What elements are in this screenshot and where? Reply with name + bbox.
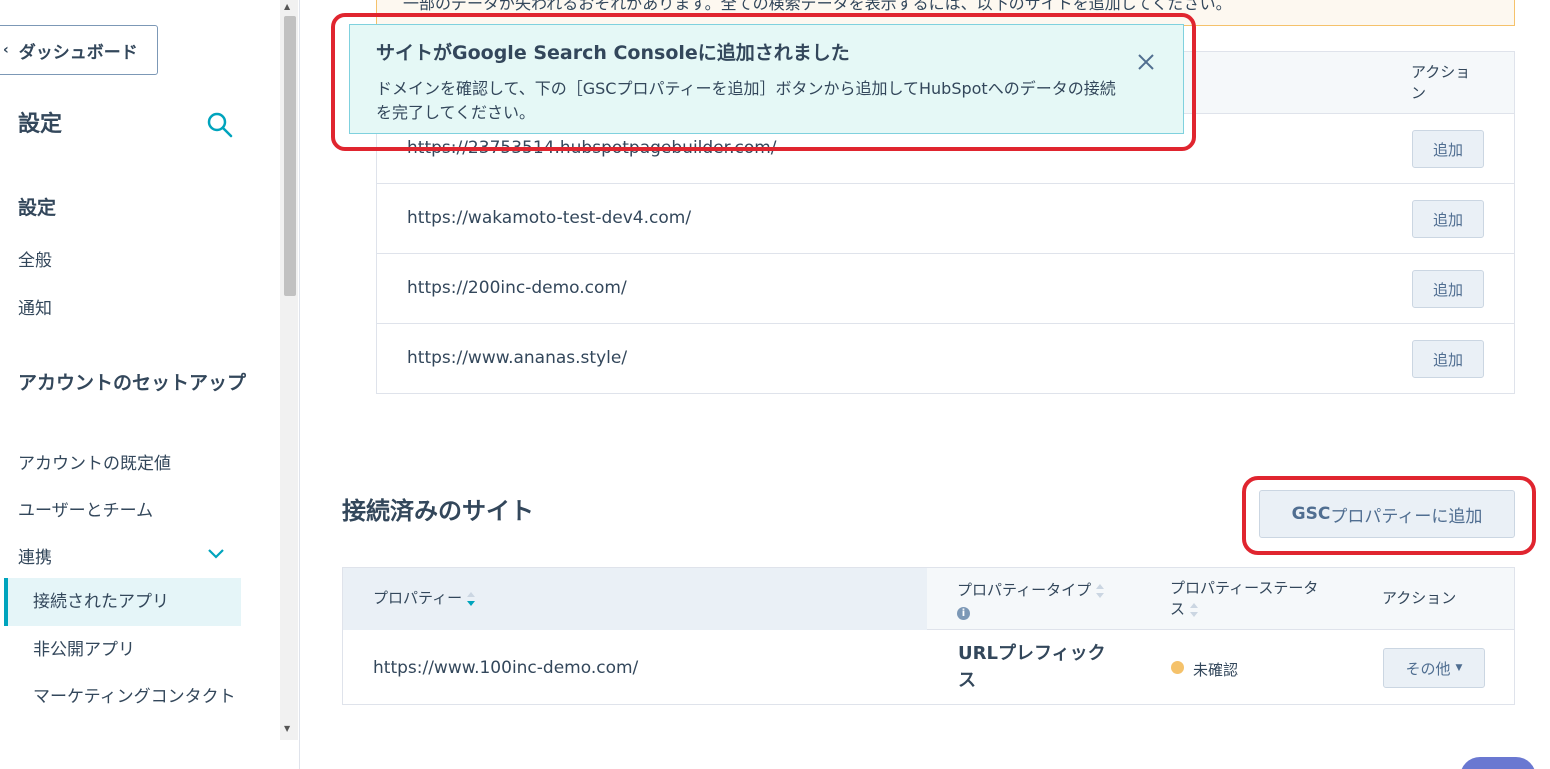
scroll-down-icon[interactable]: ▼	[284, 724, 290, 733]
column-header-action: アクション	[1382, 589, 1457, 607]
column-header-property-type-label: プロパティータイプ	[957, 581, 1092, 599]
column-header-property[interactable]: プロパティー	[373, 588, 476, 609]
add-site-button[interactable]: 追加	[1412, 270, 1484, 308]
highlight-annotation	[331, 13, 1196, 151]
site-url: https://wakamoto-test-dev4.com/	[407, 208, 692, 228]
status-dot-icon	[1171, 661, 1184, 674]
connected-site-url: https://www.100inc-demo.com/	[373, 658, 639, 678]
column-header-property-status[interactable]: プロパティーステータス	[1170, 578, 1320, 620]
connected-sites-table: プロパティー プロパティータイプ i プロパティーステータス アクション htt…	[342, 567, 1515, 705]
table-row: https://wakamoto-test-dev4.com/ 追加	[377, 184, 1514, 254]
property-type-value: URLプレフィックス	[958, 643, 1106, 691]
search-icon[interactable]	[205, 110, 235, 140]
sidebar-scroll-thumb[interactable]	[284, 16, 296, 296]
sort-icon[interactable]	[466, 589, 476, 609]
sidebar-section-settings: 設定	[18, 197, 57, 219]
back-to-dashboard-button[interactable]: ‹ ダッシュボード	[0, 25, 158, 75]
sidebar-title: 設定	[18, 112, 63, 137]
table-header: プロパティー プロパティータイプ i プロパティーステータス アクション	[343, 568, 1514, 630]
sidebar-item-notifications[interactable]: 通知	[18, 294, 52, 319]
table-row: https://www.ananas.style/ 追加	[377, 324, 1514, 394]
column-header-property-type[interactable]: プロパティータイプ i	[957, 580, 1117, 622]
sidebar-item-integrations[interactable]: 連携	[18, 543, 52, 568]
sidebar-item-connected-apps[interactable]: 接続されたアプリ	[33, 587, 243, 617]
more-actions-label: その他	[1405, 659, 1451, 678]
highlight-annotation	[1242, 476, 1536, 555]
more-actions-dropdown[interactable]: その他 ▼	[1383, 648, 1485, 688]
column-header-action: アクション	[1411, 63, 1471, 102]
warning-text: 一部のデータが失われるおそれがあります。全ての検索データを表示するには、以下のサ…	[403, 0, 1232, 13]
settings-sidebar: ‹ ダッシュボード 設定 設定 全般 通知 アカウントのセットアップ アカウント…	[0, 0, 300, 769]
sidebar-item-users-teams[interactable]: ユーザーとチーム	[18, 496, 153, 521]
add-site-button[interactable]: 追加	[1412, 340, 1484, 378]
column-header-property-label: プロパティー	[373, 589, 463, 607]
sidebar-item-general[interactable]: 全般	[18, 246, 52, 271]
chevron-down-icon[interactable]	[206, 544, 226, 564]
sidebar-item-private-apps[interactable]: 非公開アプリ	[33, 635, 243, 665]
sidebar-item-account-defaults[interactable]: アカウントの既定値	[18, 449, 171, 474]
sort-icon[interactable]	[1095, 581, 1105, 601]
chevron-left-icon: ‹	[3, 42, 9, 58]
table-row: https://200inc-demo.com/ 追加	[377, 254, 1514, 324]
info-icon[interactable]: i	[957, 607, 970, 620]
connected-sites-title: 接続済みのサイト	[342, 497, 534, 525]
back-button-label: ダッシュボード	[18, 42, 138, 63]
scroll-up-icon[interactable]: ▲	[284, 2, 290, 11]
status-badge: 未確認	[1193, 661, 1239, 679]
caret-down-icon: ▼	[1455, 663, 1463, 673]
sort-icon[interactable]	[1189, 600, 1199, 620]
site-url: https://www.ananas.style/	[407, 348, 628, 368]
help-chat-button[interactable]	[1460, 757, 1536, 769]
add-site-button[interactable]: 追加	[1412, 130, 1484, 168]
add-site-button[interactable]: 追加	[1412, 200, 1484, 238]
sidebar-item-marketing-contacts[interactable]: マーケティングコンタクト	[33, 682, 243, 712]
sidebar-section-account-setup: アカウントのセットアップ	[18, 372, 247, 394]
site-url: https://200inc-demo.com/	[407, 278, 627, 298]
